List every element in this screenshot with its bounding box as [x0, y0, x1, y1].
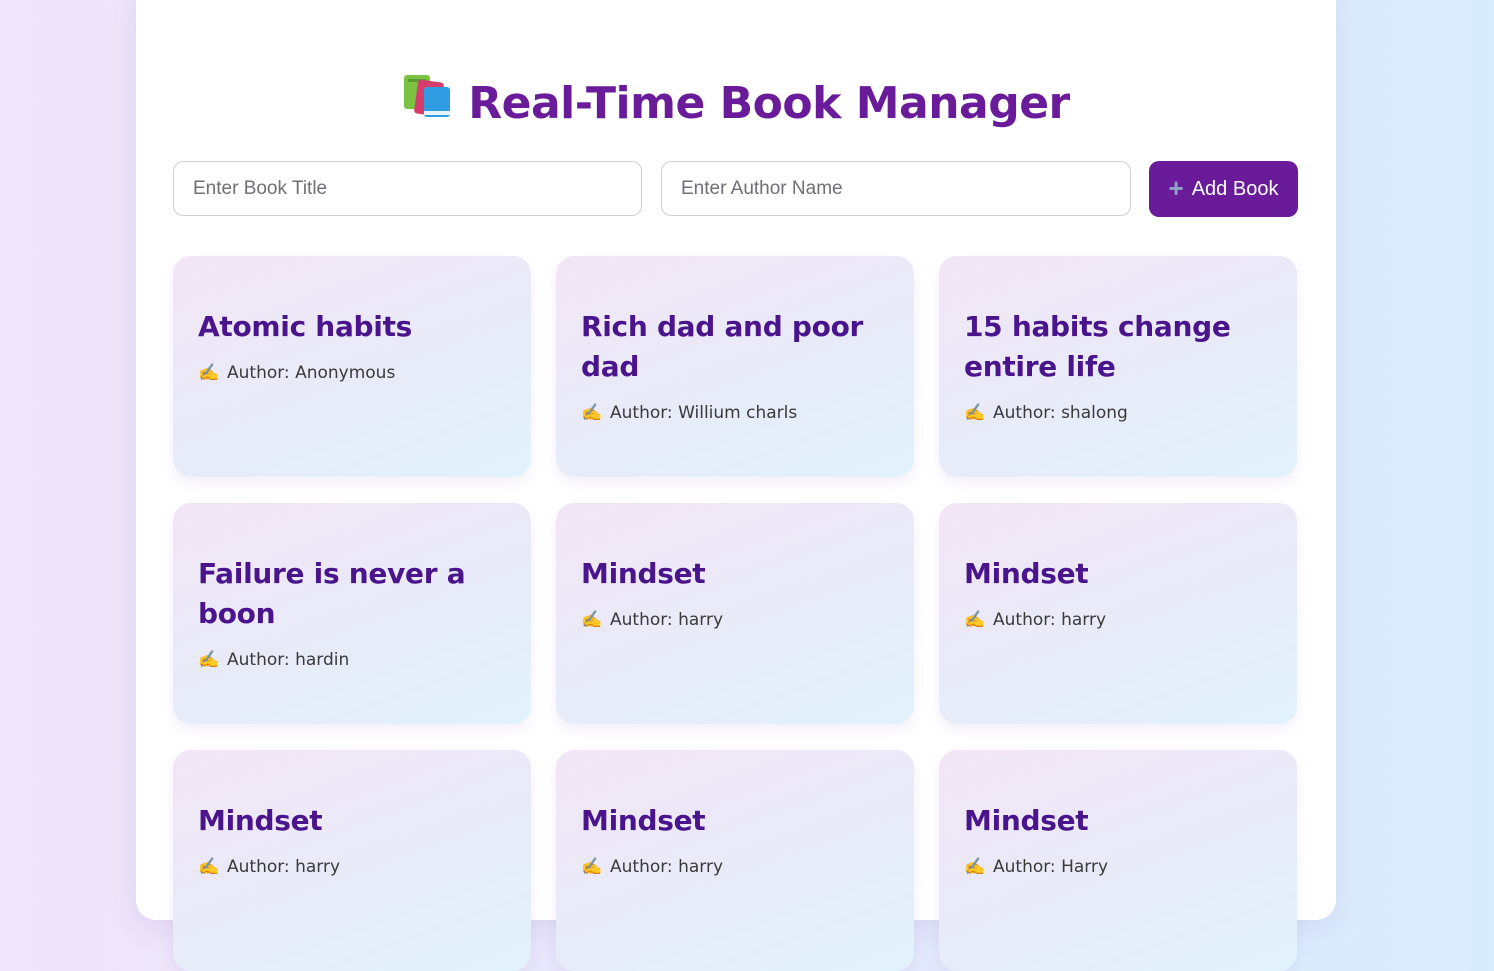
book-card: Mindset ✍️ Author: harry: [556, 750, 914, 971]
book-author-text: Author: harry: [610, 857, 723, 877]
book-author: ✍️ Author: Harry: [964, 857, 1272, 877]
writing-hand-icon: ✍️: [198, 857, 220, 877]
book-card: Failure is never a boon ✍️ Author: hardin: [173, 503, 531, 724]
book-card: Atomic habits ✍️ Author: Anonymous: [173, 256, 531, 477]
book-card: Mindset ✍️ Author: harry: [173, 750, 531, 971]
author-name-input[interactable]: [661, 161, 1131, 216]
book-title: Atomic habits: [198, 310, 413, 343]
book-author-text: Author: Harry: [993, 857, 1109, 877]
book-author-text: Author: Willium charls: [610, 403, 798, 423]
book-author: ✍️ Author: harry: [581, 857, 889, 877]
writing-hand-icon: ✍️: [198, 363, 220, 383]
book-title: 15 habits change entire life: [964, 310, 1231, 383]
add-book-button[interactable]: + Add Book: [1149, 161, 1298, 217]
book-author: ✍️ Author: harry: [581, 610, 889, 630]
book-author: ✍️ Author: hardin: [198, 650, 506, 670]
writing-hand-icon: ✍️: [198, 650, 220, 670]
book-author: ✍️ Author: harry: [964, 610, 1272, 630]
writing-hand-icon: ✍️: [581, 403, 603, 423]
add-book-label: Add Book: [1191, 177, 1279, 200]
writing-hand-icon: ✍️: [964, 403, 986, 423]
book-author-text: Author: harry: [610, 610, 723, 630]
book-card: Rich dad and poor dad ✍️ Author: Willium …: [556, 256, 914, 477]
writing-hand-icon: ✍️: [964, 857, 986, 877]
book-card: Mindset ✍️ Author: harry: [939, 503, 1297, 724]
book-card: 15 habits change entire life ✍️ Author: s…: [939, 256, 1297, 477]
main-container: Real-Time Book Manager + Add Book Atomic…: [136, 0, 1336, 971]
book-author-text: Author: Anonymous: [227, 363, 396, 383]
book-title: Failure is never a boon: [198, 557, 466, 630]
book-author-text: Author: harry: [993, 610, 1106, 630]
book-card: Mindset ✍️ Author: harry: [556, 503, 914, 724]
book-author-text: Author: hardin: [227, 650, 350, 670]
writing-hand-icon: ✍️: [964, 610, 986, 630]
book-title: Mindset: [581, 804, 706, 837]
book-author-text: Author: shalong: [993, 403, 1128, 423]
book-author: ✍️ Author: harry: [198, 857, 506, 877]
book-title-input[interactable]: [173, 161, 642, 216]
book-title: Mindset: [198, 804, 323, 837]
books-icon: [402, 71, 454, 133]
book-title: Mindset: [581, 557, 706, 590]
book-list: Atomic habits ✍️ Author: Anonymous Rich d…: [173, 256, 1298, 971]
page-title: Real-Time Book Manager: [136, 75, 1336, 133]
book-author-text: Author: harry: [227, 857, 340, 877]
book-card: Mindset ✍️ Author: Harry: [939, 750, 1297, 971]
book-author: ✍️ Author: Willium charls: [581, 403, 889, 423]
book-author: ✍️ Author: shalong: [964, 403, 1272, 423]
writing-hand-icon: ✍️: [581, 857, 603, 877]
plus-icon: +: [1168, 173, 1184, 203]
page-title-text: Real-Time Book Manager: [468, 78, 1070, 129]
writing-hand-icon: ✍️: [581, 610, 603, 630]
book-title: Mindset: [964, 804, 1089, 837]
book-author: ✍️ Author: Anonymous: [198, 363, 506, 383]
book-title: Mindset: [964, 557, 1089, 590]
book-title: Rich dad and poor dad: [581, 310, 864, 383]
